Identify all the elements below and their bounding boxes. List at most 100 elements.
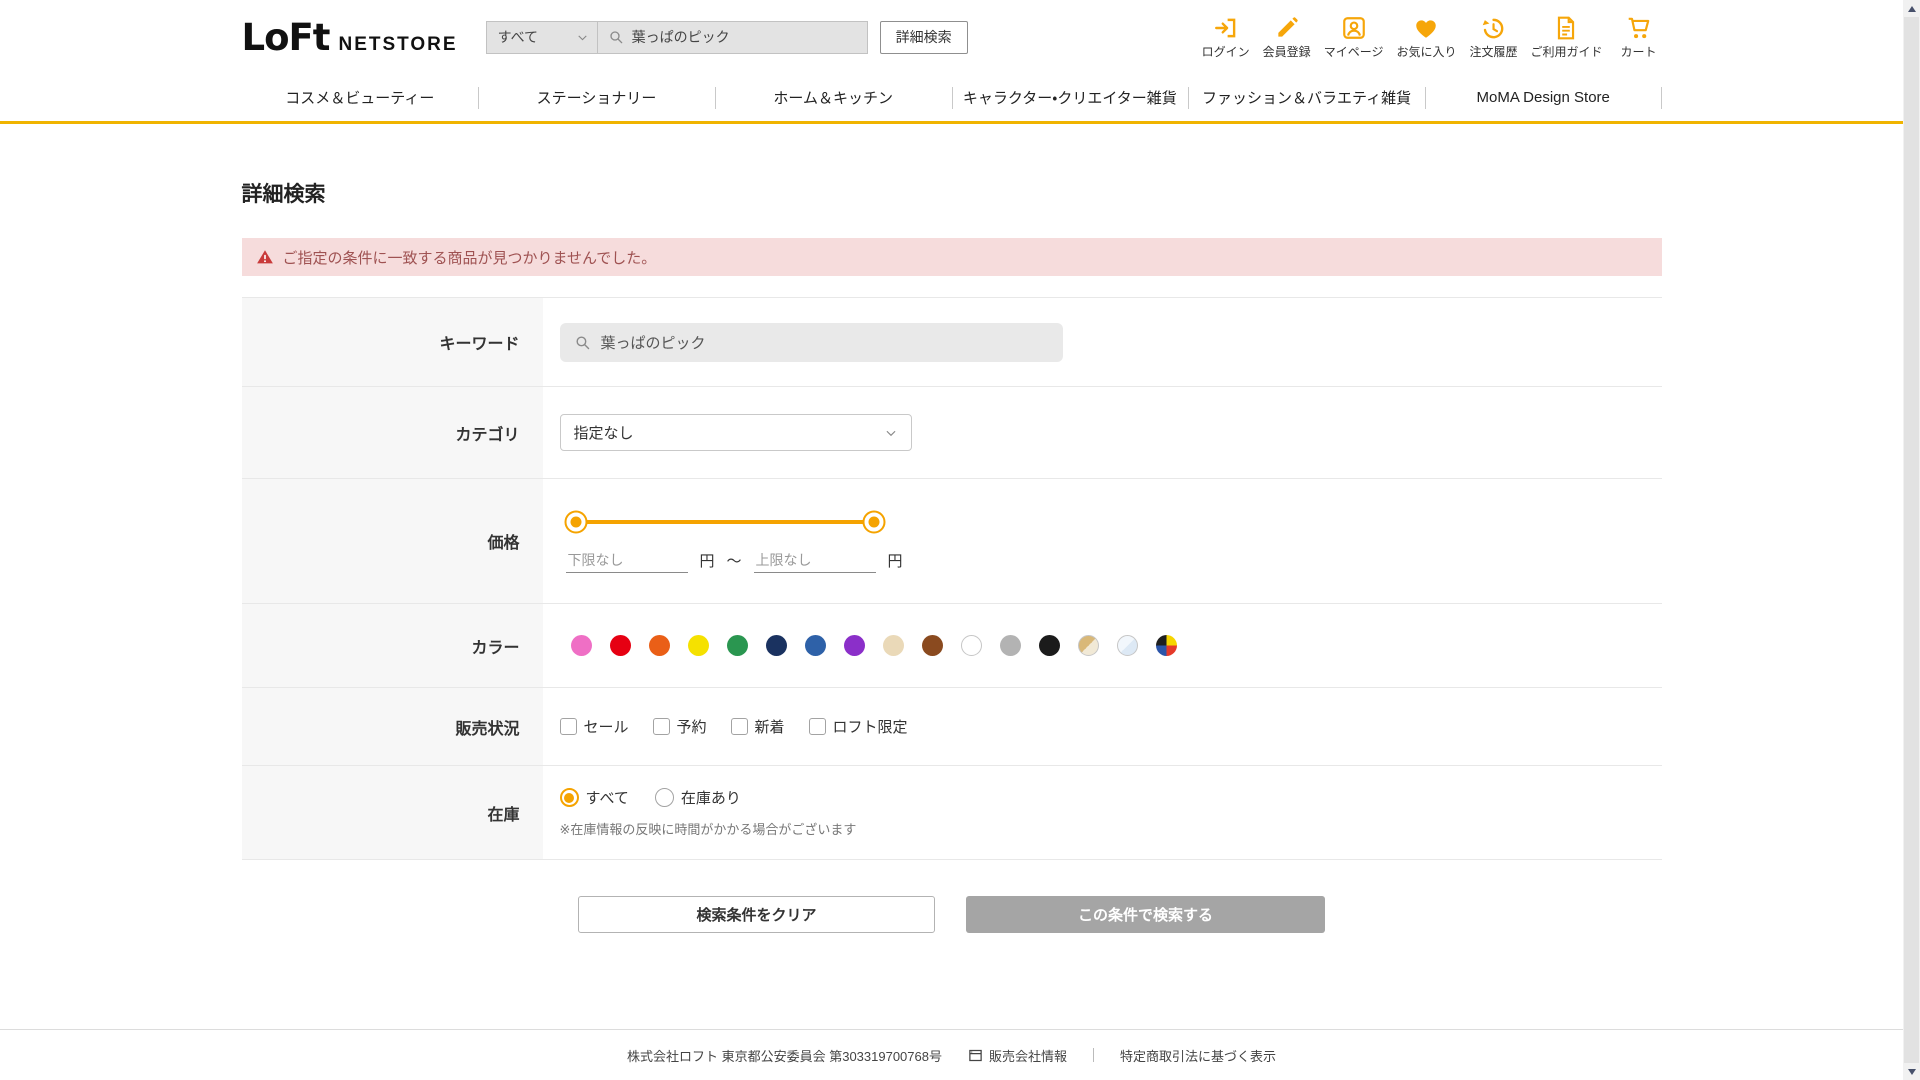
nav-item-moma-design-store[interactable]: MoMA Design Store [1425,74,1662,121]
nav-item-cosme-beauty[interactable]: コスメ＆ビューティー [242,74,479,121]
price-range-slider[interactable] [564,510,885,534]
scrollbar-thumb[interactable] [1904,17,1919,1063]
no-results-message: ご指定の条件に一致する商品が見つかりませんでした。 [282,249,657,267]
mypage-label: マイページ [1323,44,1384,59]
scrollbar[interactable] [1903,0,1920,1080]
main-content: 詳細検索 ご指定の条件に一致する商品が見つかりませんでした。 キーワード 葉っぱ… [0,124,1903,1029]
site-header: LoFt NETSTORE すべて 詳細検索 ログイン [0,0,1903,74]
favorites-link[interactable]: お気に入り [1396,15,1456,60]
guide-document-icon [1558,16,1575,39]
blue-color-swatch[interactable] [804,635,826,656]
register-link[interactable]: 会員登録 [1263,15,1311,60]
header-search-box [597,20,868,54]
checkbox-box [730,718,748,735]
loft-limited-checkbox-label: ロフト限定 [832,719,908,736]
advanced-search-button[interactable]: 詳細検索 [879,20,968,54]
keyword-row-label: キーワード [241,298,543,386]
nav-item-stationery[interactable]: ステーショナリー [478,74,715,121]
sale-checkbox[interactable]: セール [559,716,629,737]
order-history-icon [1483,18,1504,38]
triangle-down-icon [1907,1068,1916,1075]
price-unit-max: 円 [887,552,903,570]
price-slider-max-handle[interactable] [862,510,885,533]
checkbox-box [808,718,826,735]
scroll-down-arrow[interactable] [1903,1063,1920,1080]
no-results-alert: ご指定の条件に一致する商品が見つかりませんでした。 [241,238,1662,276]
radio-selected [559,788,579,807]
login-link[interactable]: ログイン [1202,15,1250,60]
guide-label: ご利用ガイド [1530,44,1603,59]
scroll-up-arrow[interactable] [1903,0,1920,17]
sale-checkbox-label: セール [583,719,629,736]
heart-icon [1416,19,1437,38]
purple-color-swatch[interactable] [843,635,865,656]
advanced-search-form: キーワード カテゴリ 指定なし [241,297,1662,860]
search-submit-button[interactable]: この条件で検索する [966,896,1325,933]
pink-color-swatch[interactable] [570,635,592,656]
cart-label: カート [1620,44,1657,59]
reservation-checkbox-label: 予約 [676,719,707,736]
logo-loft-text: LoFt [241,15,331,59]
green-color-swatch[interactable] [726,635,748,656]
search-scope-select[interactable]: すべて [485,20,598,54]
price-slider-min-handle[interactable] [564,510,587,533]
register-icon [1278,16,1298,37]
new-arrival-checkbox[interactable]: 新着 [730,716,785,737]
keyword-input[interactable] [600,333,1049,351]
category-select[interactable]: 指定なし [559,414,912,451]
logo-netstore-text: NETSTORE [338,33,458,55]
gray-color-swatch[interactable] [999,635,1021,656]
stock-in-stock-radio[interactable]: 在庫あり [654,787,741,808]
multicolor-color-swatch[interactable] [1155,635,1177,656]
white-color-swatch[interactable] [960,635,982,656]
footer-divider [1092,1048,1094,1062]
header-quick-links: ログイン 会員登録 マイページ お気に入り 注文履歴 ご利用ガイド カート [1202,15,1662,60]
category-row: カテゴリ 指定なし [241,387,1662,479]
radio-unselected [654,788,674,807]
gold-silver-color-swatch[interactable] [1077,635,1099,656]
price-min-input[interactable] [565,547,688,573]
price-max-input[interactable] [753,547,876,573]
yellow-color-swatch[interactable] [687,635,709,656]
order-history-label: 注文履歴 [1469,44,1518,59]
company-registration-text: 株式会社ロフト 東京都公安委員会 第303319700768号 [626,1048,942,1064]
clear-conditions-button[interactable]: 検索条件をクリア [578,896,935,933]
black-color-swatch[interactable] [1038,635,1060,656]
loft-logo[interactable]: LoFt NETSTORE [242,16,458,59]
sales-status-options: セール 予約 新着 ロフト限定 [559,716,1662,737]
price-separator: ～ [726,552,742,570]
register-label: 会員登録 [1262,44,1311,59]
legal-notice-link[interactable]: 特定商取引法に基づく表示 [1120,1046,1276,1065]
mypage-link[interactable]: マイページ [1323,15,1384,60]
beige-color-swatch[interactable] [882,635,904,656]
nav-item-character-creator[interactable]: キャラクター・クリエイター雑貨 [952,74,1189,121]
stock-in-stock-radio-label: 在庫あり [680,790,741,807]
stock-row-label: 在庫 [241,766,543,859]
slider-track [575,519,874,524]
company-info-label: 販売会社情報 [988,1048,1067,1064]
stock-note: ※在庫情報の反映に時間がかかる場合がございます [559,822,857,837]
brown-color-swatch[interactable] [921,635,943,656]
color-swatches [560,635,1662,656]
cart-icon [1628,17,1649,38]
navy-color-swatch[interactable] [765,635,787,656]
nav-item-fashion-variety[interactable]: ファッション＆バラエティ雑貨 [1188,74,1425,121]
stock-all-radio[interactable]: すべて [559,787,629,808]
reservation-checkbox[interactable]: 予約 [652,716,707,737]
guide-link[interactable]: ご利用ガイド [1530,15,1603,60]
header-search-input[interactable] [631,29,857,45]
price-row-label: 価格 [241,479,543,603]
checkbox-box [559,718,577,735]
red-color-swatch[interactable] [609,635,631,656]
order-history-link[interactable]: 注文履歴 [1469,15,1517,60]
loft-limited-checkbox[interactable]: ロフト限定 [808,716,908,737]
clear-color-swatch[interactable] [1116,635,1138,656]
category-select-value: 指定なし [573,425,634,442]
nav-item-home-kitchen[interactable]: ホーム＆キッチン [715,74,952,121]
orange-color-swatch[interactable] [648,635,670,656]
warning-icon [256,250,273,264]
cart-link[interactable]: カート [1616,15,1662,60]
page-title: 詳細検索 [241,183,326,206]
triangle-up-icon [1907,5,1916,12]
company-info-link[interactable]: 販売会社情報 [968,1046,1067,1065]
